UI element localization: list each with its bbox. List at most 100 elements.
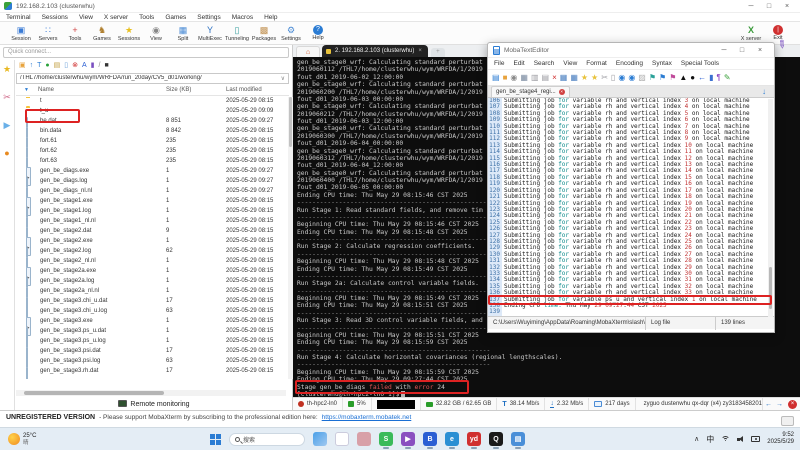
terminal-tab[interactable]: 2. 192.168.2.103 (clusterwhu) × <box>322 45 428 57</box>
sftp-tab-icon[interactable]: ● <box>4 148 9 158</box>
file-row[interactable]: gen_be_stage3.chi_u.dat172025-05-29 08:1… <box>16 297 286 307</box>
file-row[interactable]: gen_be_stage3.psi.log632025-05-29 08:15 <box>16 357 286 367</box>
toolbar-servers-button[interactable]: ∷Servers <box>35 25 61 42</box>
mac-icon[interactable]: ● <box>690 73 695 82</box>
title-bar[interactable]: 192.168.2.103 (clusterwhu) ─ □ × <box>0 0 800 13</box>
tab-close-icon[interactable]: × <box>418 45 422 57</box>
taskbar-search[interactable]: 搜索 <box>229 433 305 446</box>
file-row[interactable]: gen_be_stage3.psi.dat172025-05-29 08:15 <box>16 347 286 357</box>
editor-title-bar[interactable]: MobaTextEditor ─ □ × <box>488 43 774 58</box>
mobatek-link[interactable]: https://mobaxterm.mobatek.net <box>322 414 412 421</box>
status-close-icon[interactable]: × <box>788 400 797 409</box>
menu-games[interactable]: Games <box>165 14 186 21</box>
indent-icon[interactable]: ▦ <box>560 73 568 82</box>
editor-file-tab[interactable]: gen_be_stage4_regi... × <box>491 86 570 97</box>
columns-icon[interactable]: ▮ <box>709 73 713 82</box>
file-row[interactable]: gen_be_stage3.ps_u.dat12025-05-29 08:15 <box>16 327 286 337</box>
file-row[interactable]: gen_be_stage2a.log12025-05-29 08:15 <box>16 277 286 287</box>
undo-icon[interactable]: ← <box>698 73 706 82</box>
status-segment[interactable]: 32.82 GB / 62.65 GB <box>421 398 498 411</box>
remote-monitoring-button[interactable]: Remote monitoring <box>15 400 293 408</box>
path-bar[interactable]: /THL7/home/clusterwhu/wym/WRFDA/run_20da… <box>16 73 289 84</box>
maximize-button[interactable]: □ <box>760 3 778 10</box>
editor-menu-special-tools[interactable]: Special Tools <box>681 60 719 67</box>
editor-menu-format[interactable]: Format <box>586 60 607 67</box>
file-row[interactable]: t2025-05-29 08:15 <box>16 97 286 107</box>
flag-blue-icon[interactable]: ⚑ <box>659 73 666 82</box>
status-segment[interactable]: th-hpc2-ln0 <box>293 398 343 411</box>
file-row[interactable]: gen_be_stage3.ps_u.log12025-05-29 08:15 <box>16 337 286 347</box>
file-row[interactable]: gen_be_stage3.rh.dat172025-05-29 08:15 <box>16 367 286 377</box>
toolbar-sessions-button[interactable]: ★Sessions <box>116 25 142 42</box>
file-row[interactable]: gen_be_stage2.log622025-05-29 08:15 <box>16 247 286 257</box>
camera-icon[interactable] <box>751 436 760 442</box>
download-icon[interactable]: T <box>37 62 41 70</box>
close-button[interactable]: × <box>778 3 796 10</box>
file-row[interactable]: gen_be_stage2a.exe12025-05-29 08:15 <box>16 267 286 277</box>
print-icon[interactable]: ▤ <box>542 73 550 82</box>
status-segment[interactable]: T38.14 Mb/s <box>497 398 545 411</box>
file-row[interactable]: gen_be_diags.log12025-05-29 09:27 <box>16 177 286 187</box>
outdent-icon[interactable]: ▦ <box>570 73 578 82</box>
file-row[interactable]: gen_be_stage1.exe12025-05-29 08:15 <box>16 197 286 207</box>
toolbar-view-button[interactable]: ◉View <box>143 25 169 42</box>
task-view-icon[interactable] <box>335 432 349 446</box>
wifi-icon[interactable] <box>721 436 730 443</box>
rename-icon[interactable]: A <box>82 62 87 70</box>
file-row[interactable]: gen_be_stage2.exe12025-05-29 08:15 <box>16 237 286 247</box>
flag-pink-icon[interactable]: ⚑ <box>669 73 676 82</box>
editor-menu-syntax[interactable]: Syntax <box>652 60 672 67</box>
newfile-icon[interactable]: ▯ <box>64 62 68 70</box>
cut-icon[interactable]: ✂ <box>601 73 608 82</box>
new-tab-button[interactable]: + <box>431 48 445 57</box>
block-icon[interactable]: ▨ <box>638 73 646 82</box>
terminal-icon[interactable]: ■ <box>104 62 108 70</box>
app-b-icon[interactable]: B <box>423 432 437 446</box>
editor-maximize-button[interactable]: □ <box>733 47 751 54</box>
edge-icon[interactable]: e <box>445 432 459 446</box>
menu-settings[interactable]: Settings <box>197 14 221 21</box>
toolbar-session-button[interactable]: ▣Session <box>8 25 34 42</box>
favorite2-icon[interactable]: ★ <box>591 73 598 82</box>
save-icon[interactable]: ▦ <box>520 73 528 82</box>
file-row[interactable]: fort.612352025-05-29 08:15 <box>16 137 286 147</box>
toolbar-split-button[interactable]: ▦Split <box>170 25 196 42</box>
editor-close-button[interactable]: × <box>751 47 769 54</box>
doc-icon[interactable]: ▤ <box>511 432 525 446</box>
taskbar-clock[interactable]: 9:52 2025/5/29 <box>767 432 794 446</box>
editor-menu-edit[interactable]: Edit <box>513 60 524 67</box>
status-segment[interactable]: ↓2.32 Mb/s <box>545 398 589 411</box>
taskbar-weather-widget[interactable]: 25°C 晴 <box>0 433 210 446</box>
macros-tab-icon[interactable]: ▶ <box>4 120 11 130</box>
ime-indicator[interactable]: 中 <box>706 434 714 445</box>
widgets-icon[interactable] <box>313 432 327 446</box>
toolbar-exit-button[interactable]: |Exit <box>765 25 791 41</box>
file-row[interactable]: gen_be_stage2.dat92025-05-29 08:15 <box>16 227 286 237</box>
status-next-icon[interactable]: → <box>774 401 785 408</box>
menu-help[interactable]: Help <box>264 14 277 21</box>
column-modified[interactable]: Last modified <box>226 87 262 93</box>
start-button[interactable] <box>210 434 221 445</box>
web-icon[interactable]: ◉ <box>510 73 517 82</box>
file-list-hscrollbar[interactable] <box>16 390 286 396</box>
toolbar-x-server-button[interactable]: XX server <box>738 25 764 42</box>
paragraph-icon[interactable]: ¶ <box>717 73 721 82</box>
link-icon[interactable]: / <box>99 62 101 70</box>
file-row[interactable]: fort.622352025-05-29 08:15 <box>16 147 286 157</box>
delete-icon[interactable]: ⊗ <box>72 62 78 70</box>
editor-menu-encoding[interactable]: Encoding <box>616 60 643 67</box>
menu-x-server[interactable]: X server <box>104 14 128 21</box>
file-row[interactable]: fort.632352025-05-29 08:15 <box>16 157 286 167</box>
close-file-icon[interactable]: × <box>552 73 557 82</box>
app-media-icon[interactable]: ▶ <box>401 432 415 446</box>
scroll-to-end-icon[interactable]: ↓ <box>762 87 774 97</box>
sessions-tab-icon[interactable]: ★ <box>3 64 11 74</box>
file-row[interactable]: gen_be_diags.exe12025-05-29 09:27 <box>16 167 286 177</box>
editor-tab-close-icon[interactable]: × <box>559 89 565 95</box>
editor-scrollbar[interactable] <box>768 99 773 317</box>
toolbar-settings-button[interactable]: ⚙Settings <box>278 25 304 42</box>
new-file-icon[interactable]: ▤ <box>492 73 500 82</box>
speaker-icon[interactable] <box>737 436 744 443</box>
file-table-header[interactable]: ▼ Name Size (KB) Last modified <box>16 86 289 96</box>
minimize-button[interactable]: ─ <box>742 3 760 10</box>
